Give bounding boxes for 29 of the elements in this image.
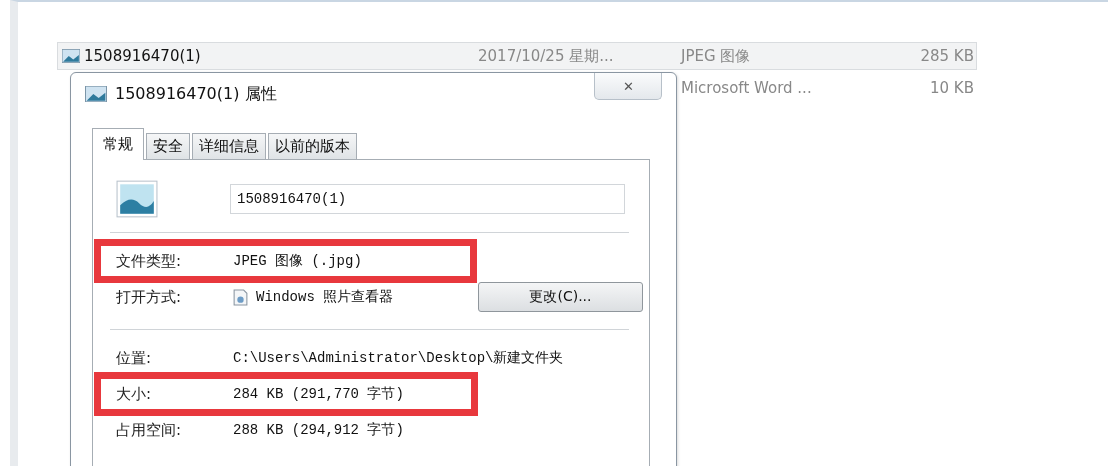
tab[interactable]: 安全 <box>146 133 190 159</box>
close-button[interactable]: ✕ <box>594 73 662 100</box>
property-label: 位置: <box>116 348 153 368</box>
property-label: 打开方式: <box>116 287 183 307</box>
window-title: 1508916470(1) 属性 <box>115 83 277 105</box>
photo-viewer-icon <box>233 288 248 306</box>
file-row[interactable]: 1508916470(1) 2017/10/25 星期... JPEG 图像 285 KB <box>57 42 977 70</box>
image-file-icon <box>62 49 80 63</box>
image-file-icon <box>116 180 158 218</box>
property-value: 288 KB (294,912 字节) <box>233 421 404 439</box>
tab[interactable]: 常规 <box>92 128 144 160</box>
property-value: JPEG 图像 (.jpg) <box>233 252 362 270</box>
change-button[interactable]: 更改(C)... <box>478 282 643 312</box>
file-name: 1508916470(1) <box>84 47 201 65</box>
tab[interactable]: 以前的版本 <box>268 133 357 159</box>
file-name-field[interactable]: 1508916470(1) <box>230 184 625 214</box>
property-label: 占用空间: <box>116 420 183 440</box>
tab[interactable]: 详细信息 <box>192 133 266 159</box>
property-value: 284 KB (291,770 字节) <box>233 385 404 403</box>
property-label: 文件类型: <box>116 251 183 271</box>
property-value: C:\Users\Administrator\Desktop\新建文件夹 <box>233 349 564 367</box>
image-file-icon <box>85 86 107 102</box>
file-size: 285 KB <box>920 47 974 65</box>
file-type: Microsoft Word ... <box>681 79 812 97</box>
file-size: 10 KB <box>930 79 974 97</box>
property-label: 大小: <box>116 384 153 404</box>
file-type: JPEG 图像 <box>681 46 751 65</box>
property-value: Windows 照片查看器 <box>256 288 395 306</box>
file-date: 2017/10/25 星期... <box>478 46 614 65</box>
